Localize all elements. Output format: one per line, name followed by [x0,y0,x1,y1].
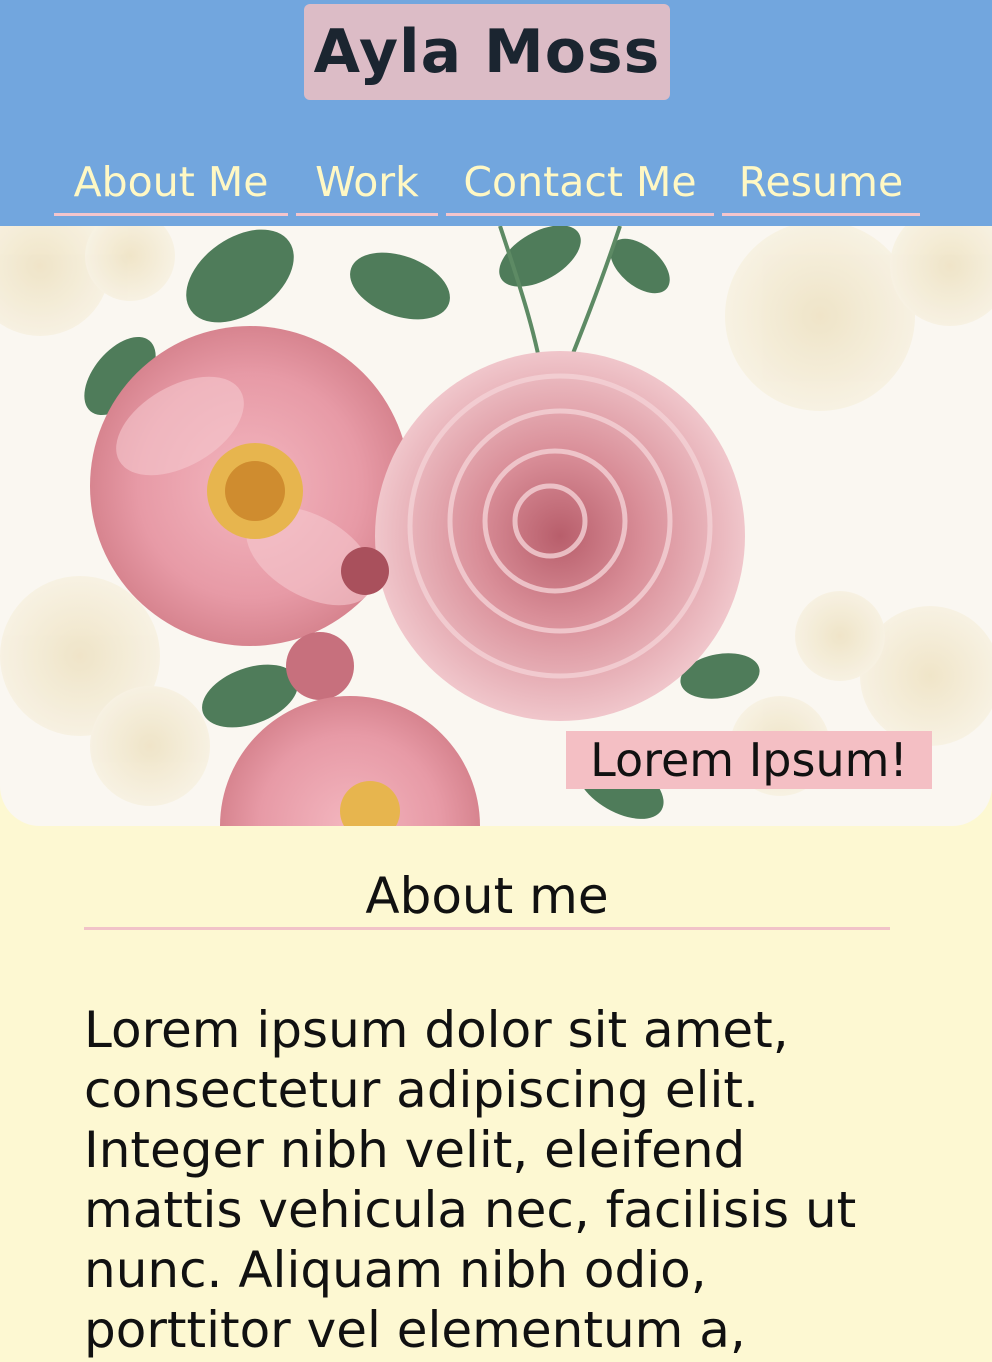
nav-about-me[interactable]: About Me [54,150,288,216]
site-header: Ayla Moss About Me Work Contact Me Resum… [0,0,992,226]
hero-banner: Lorem Ipsum! [0,226,992,826]
site-title-box: Ayla Moss [304,4,670,100]
site-title: Ayla Moss [313,17,661,87]
about-section-title: About me [84,864,890,930]
nav-work[interactable]: Work [296,150,438,216]
nav-contact-me[interactable]: Contact Me [446,150,714,216]
about-body-text: Lorem ipsum dolor sit amet, consectetur … [84,1001,857,1359]
nav-resume[interactable]: Resume [722,150,920,216]
hero-caption: Lorem Ipsum! [566,731,932,789]
